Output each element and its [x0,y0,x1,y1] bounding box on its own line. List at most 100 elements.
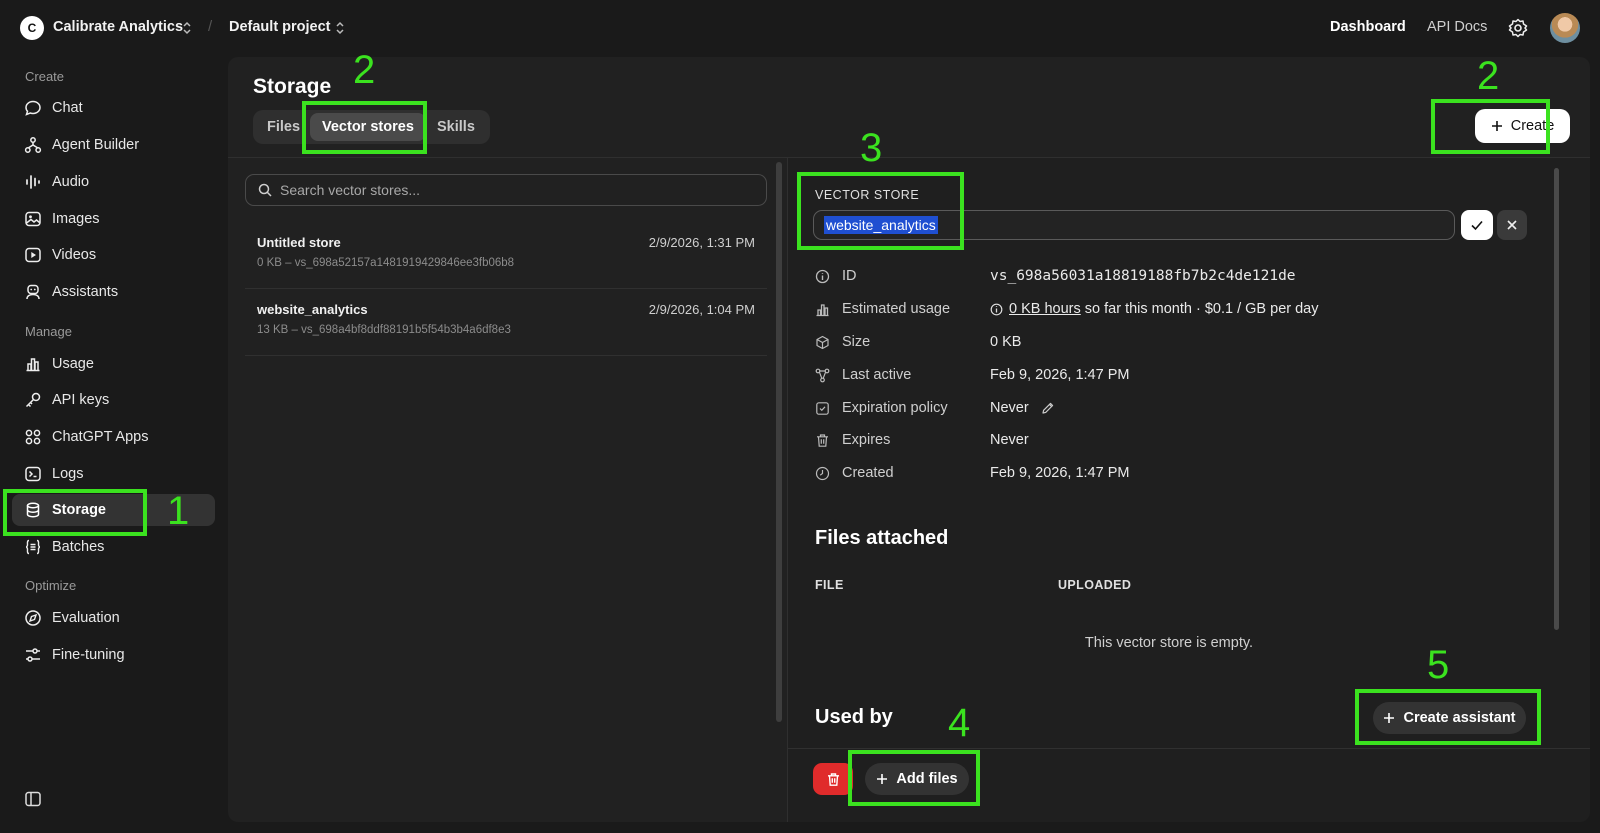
list-item[interactable]: Untitled store 2/9/2026, 1:31 PM 0 KB – … [245,223,767,289]
list-scrollbar[interactable] [776,162,782,722]
sidebar-item-fine-tuning[interactable]: Fine-tuning [12,639,215,671]
sidebar-item-label: Fine-tuning [52,647,125,663]
sidebar-collapse-icon[interactable] [24,790,42,808]
sidebar-item-label: Videos [52,247,97,263]
page-title: Storage [253,75,332,98]
org-avatar[interactable]: C [20,16,44,40]
column-header-file: FILE [815,578,844,592]
logs-icon [25,466,41,482]
delete-button[interactable] [813,763,853,795]
column-header-uploaded: UPLOADED [1058,578,1132,592]
prop-label: Size [842,334,871,350]
prop-label: ID [842,268,857,284]
sidebar-item-label: Assistants [52,284,119,300]
annotation-box [1355,689,1541,745]
apps-icon [25,429,41,445]
sidebar-item-label: Evaluation [52,610,120,626]
tab-skills[interactable]: Skills [425,113,487,141]
top-bar: C Calibrate Analytics / Default project … [0,0,1600,56]
key-icon [25,392,41,408]
prop-value: Feb 9, 2026, 1:47 PM [990,465,1130,481]
images-icon [25,211,41,227]
annotation-box [1431,99,1550,154]
sidebar-item-videos[interactable]: Videos [12,239,215,271]
sidebar-item-logs[interactable]: Logs [12,458,215,490]
prop-value: 0 KB [990,334,1022,350]
prop-estimated-usage: Estimated usage 0 KB hours so far this m… [815,299,1319,319]
prop-id: ID vs_698a56031a18819188fb7b2c4de121de [815,266,1296,286]
search-input[interactable] [280,182,750,198]
confirm-button[interactable] [1461,210,1493,240]
sidebar-item-usage[interactable]: Usage [12,348,215,380]
prop-value: 0 KB hours so far this month · $0.1 / GB… [990,301,1319,317]
cube-icon [816,335,829,349]
close-icon [1507,220,1517,230]
prop-value: Never [990,432,1029,448]
detail-scrollbar[interactable] [1554,168,1559,630]
store-date: 2/9/2026, 1:31 PM [648,235,755,250]
videos-icon [25,247,41,263]
nodes-icon [815,368,830,382]
assistants-icon [26,284,40,300]
sidebar-item-api-keys[interactable]: API keys [12,384,215,416]
sidebar-item-evaluation[interactable]: Evaluation [12,602,215,634]
sidebar-item-label: Chat [52,100,83,116]
sidebar-item-label: Images [52,211,100,227]
sidebar-item-label: Audio [52,174,90,190]
prop-expiration-policy: Expiration policy Never [815,398,1055,418]
sidebar-item-chatgpt-apps[interactable]: ChatGPT Apps [12,421,215,453]
clock-icon [815,466,830,480]
chat-icon [25,100,41,116]
info-icon [815,269,830,283]
store-meta: 0 KB – vs_698a52157a1481919429846ee3fb06… [257,257,515,269]
sidebar: Create Chat Agent Builder Audio Images V… [0,56,228,833]
agent-builder-icon [24,137,42,153]
audio-icon [26,175,40,189]
annotation-box [302,101,427,154]
sidebar-item-audio[interactable]: Audio [12,166,215,198]
sidebar-section-optimize: Optimize [25,578,77,593]
chevron-up-down-icon[interactable] [181,20,193,36]
sidebar-item-assistants[interactable]: Assistants [12,276,215,308]
annotation-box [3,489,147,536]
annotation-box [848,750,980,806]
user-avatar[interactable] [1550,13,1580,43]
prop-size: Size 0 KB [815,332,1021,352]
nav-api-docs-link[interactable]: API Docs [1427,19,1487,35]
cancel-button[interactable] [1497,210,1527,240]
annotation-number: 2 [1477,54,1500,98]
store-date: 2/9/2026, 1:04 PM [648,302,755,317]
sidebar-item-label: Usage [52,356,94,372]
trash-icon [817,433,828,447]
sidebar-section-manage: Manage [25,324,72,339]
gear-icon[interactable] [1508,18,1528,38]
info-icon [990,303,1003,315]
pencil-icon[interactable] [1041,401,1055,415]
bar-chart-icon [816,303,829,316]
sidebar-section-create: Create [25,69,65,84]
prop-value: vs_698a56031a18819188fb7b2c4de121de [990,268,1296,284]
used-by-heading: Used by [815,706,893,728]
annotation-number: 1 [167,489,190,533]
sidebar-item-label: ChatGPT Apps [52,429,149,445]
usage-icon [26,358,40,372]
project-switcher[interactable]: Default project [229,19,331,35]
sidebar-item-chat[interactable]: Chat [12,92,215,124]
chevron-up-down-icon[interactable] [334,20,346,36]
store-name: Untitled store [257,235,341,250]
sidebar-item-agent-builder[interactable]: Agent Builder [12,129,215,161]
nav-dashboard-link[interactable]: Dashboard [1330,19,1406,35]
check-icon [1471,220,1483,231]
usage-hours-link[interactable]: 0 KB hours [1009,301,1081,317]
search-icon [258,183,272,197]
store-name: website_analytics [257,302,368,317]
list-item[interactable]: website_analytics 2/9/2026, 1:04 PM 13 K… [245,290,767,356]
search-field[interactable] [245,174,767,206]
prop-label: Expiration policy [842,400,948,416]
prop-value: Feb 9, 2026, 1:47 PM [990,367,1130,383]
org-switcher[interactable]: Calibrate Analytics [53,19,183,35]
breadcrumb-separator: / [208,18,213,35]
sidebar-item-images[interactable]: Images [12,203,215,235]
sidebar-item-label: Agent Builder [52,137,140,153]
store-meta: 13 KB – vs_698a4bf8ddf88191b5f54b3b4a6df… [257,324,511,336]
